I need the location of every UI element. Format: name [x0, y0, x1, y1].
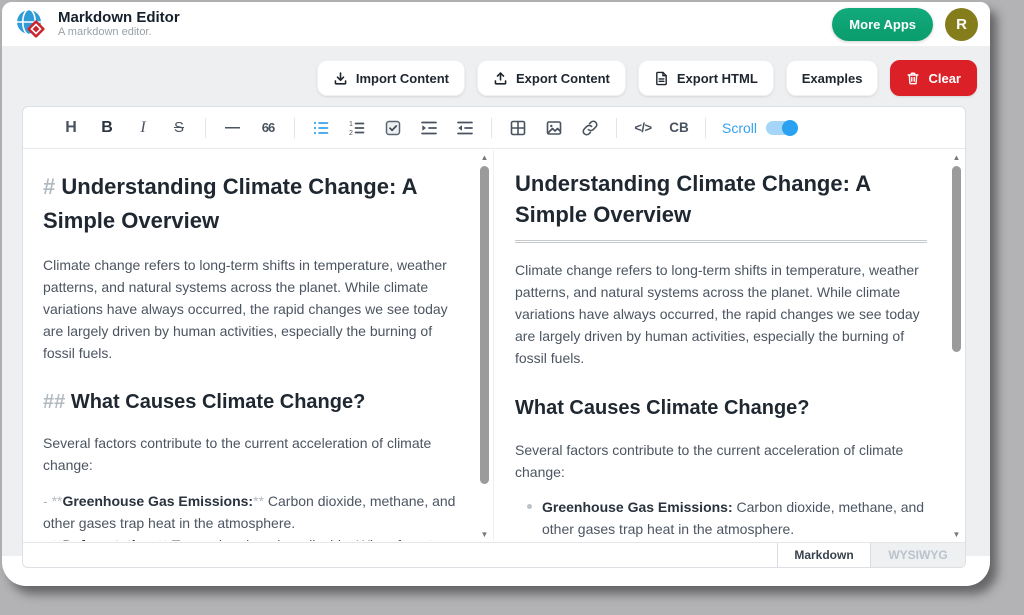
scroll-sync-control: Scroll: [722, 120, 796, 136]
inline-code-button[interactable]: </>: [628, 113, 658, 143]
numbered-list-icon: 1 2: [348, 119, 366, 137]
examples-button[interactable]: Examples: [786, 60, 879, 96]
h1-marker: #: [43, 174, 55, 199]
scroll-toggle[interactable]: [766, 121, 796, 135]
link-button[interactable]: [575, 113, 605, 143]
import-content-label: Import Content: [356, 71, 449, 86]
scrollbar-thumb[interactable]: [480, 166, 489, 484]
export-content-button[interactable]: Export Content: [477, 60, 626, 96]
toolbar-divider: [205, 118, 206, 138]
numbered-list-button[interactable]: 1 2: [342, 113, 372, 143]
blockquote-button[interactable]: 66: [253, 113, 283, 143]
svg-text:2: 2: [349, 130, 353, 137]
markdown-source-content: # Understanding Climate Change: A Simple…: [23, 150, 493, 541]
markdown-source-pane[interactable]: # Understanding Climate Change: A Simple…: [23, 150, 494, 541]
clear-button[interactable]: Clear: [890, 60, 977, 96]
desktop-background: Markdown Editor A markdown editor. More …: [0, 0, 1024, 615]
indent-button[interactable]: [414, 113, 444, 143]
scroll-down-arrow[interactable]: ▼: [478, 529, 491, 539]
toolbar-divider: [491, 118, 492, 138]
examples-label: Examples: [802, 71, 863, 86]
preview-list-item: Greenhouse Gas Emissions: Carbon dioxide…: [542, 496, 927, 540]
image-button[interactable]: [539, 113, 569, 143]
formatting-toolbar: H B I S — 66 1 2: [23, 107, 965, 149]
h2-marker: ##: [43, 391, 65, 413]
table-icon: [509, 119, 527, 137]
export-html-label: Export HTML: [677, 71, 758, 86]
tab-markdown[interactable]: Markdown: [777, 543, 871, 567]
preview-h2: What Causes Climate Change?: [515, 393, 927, 423]
outdent-icon: [456, 119, 474, 137]
heading-button[interactable]: H: [56, 113, 86, 143]
indent-icon: [420, 119, 438, 137]
upload-icon: [493, 71, 508, 86]
scrollbar-thumb[interactable]: [952, 166, 961, 352]
editor-panel: H B I S — 66 1 2: [22, 106, 966, 568]
toolbar-divider: [616, 118, 617, 138]
toolbar-divider: [705, 118, 706, 138]
strikethrough-button[interactable]: S: [164, 113, 194, 143]
markdown-paragraph: Climate change refers to long-term shift…: [43, 254, 457, 364]
markdown-list: - **Greenhouse Gas Emissions:** Carbon d…: [43, 490, 457, 541]
h1-text: Understanding Climate Change: A Simple O…: [43, 174, 417, 233]
export-html-button[interactable]: Export HTML: [638, 60, 774, 96]
scroll-toggle-knob: [782, 120, 798, 136]
globe-with-red-diamond-logo-icon: [14, 7, 48, 41]
markdown-pane-scrollbar[interactable]: ▲ ▼: [478, 152, 491, 539]
scroll-down-arrow[interactable]: ▼: [950, 529, 963, 539]
markdown-h2-line: ## What Causes Climate Change?: [43, 386, 457, 418]
task-list-icon: [384, 119, 402, 137]
h2-text: What Causes Climate Change?: [71, 391, 366, 413]
download-icon: [333, 71, 348, 86]
preview-list: Greenhouse Gas Emissions: Carbon dioxide…: [515, 496, 927, 541]
table-button[interactable]: [503, 113, 533, 143]
app-title-block: Markdown Editor A markdown editor.: [58, 9, 180, 39]
bold-button[interactable]: B: [92, 113, 122, 143]
svg-text:1: 1: [349, 121, 353, 128]
export-content-label: Export Content: [516, 71, 610, 86]
markdown-editor-app-window: Markdown Editor A markdown editor. More …: [2, 2, 990, 586]
app-header: Markdown Editor A markdown editor. More …: [2, 2, 990, 46]
task-list-button[interactable]: [378, 113, 408, 143]
import-content-button[interactable]: Import Content: [317, 60, 465, 96]
preview-pane: Understanding Climate Change: A Simple O…: [494, 150, 965, 541]
markdown-list-line: - **Greenhouse Gas Emissions:** Carbon d…: [43, 490, 457, 534]
tab-wysiwyg[interactable]: WYSIWYG: [871, 543, 965, 567]
editor-split-panes: # Understanding Climate Change: A Simple…: [23, 150, 965, 541]
scroll-up-arrow[interactable]: ▲: [950, 152, 963, 162]
scroll-up-arrow[interactable]: ▲: [478, 152, 491, 162]
image-icon: [545, 119, 563, 137]
more-apps-button[interactable]: More Apps: [832, 8, 933, 41]
markdown-list-line: - **Deforestation:** Trees absorb carbon…: [43, 534, 457, 541]
editor-mode-tabs: Markdown WYSIWYG: [23, 542, 965, 567]
bullet-list-icon: [312, 119, 330, 137]
toolbar-divider: [294, 118, 295, 138]
file-icon: [654, 71, 669, 86]
code-block-button[interactable]: CB: [664, 113, 694, 143]
trash-icon: [906, 71, 920, 86]
preview-paragraph: Climate change refers to long-term shift…: [515, 259, 927, 369]
scroll-label: Scroll: [722, 120, 757, 136]
preview-pane-scrollbar[interactable]: ▲ ▼: [950, 152, 963, 539]
outdent-button[interactable]: [450, 113, 480, 143]
app-title: Markdown Editor: [58, 9, 180, 26]
italic-button[interactable]: I: [128, 113, 158, 143]
preview-paragraph: Several factors contribute to the curren…: [515, 439, 927, 483]
preview-content: Understanding Climate Change: A Simple O…: [494, 150, 965, 541]
markdown-paragraph: Several factors contribute to the curren…: [43, 432, 457, 476]
preview-h1: Understanding Climate Change: A Simple O…: [515, 168, 927, 243]
bullet-list-button[interactable]: [306, 113, 336, 143]
actions-row: Import Content Export Content Export HTM…: [317, 60, 977, 96]
app-subtitle: A markdown editor.: [58, 26, 180, 39]
horizontal-rule-button[interactable]: —: [217, 113, 247, 143]
markdown-h1-line: # Understanding Climate Change: A Simple…: [43, 170, 457, 238]
link-icon: [581, 119, 599, 137]
clear-label: Clear: [928, 71, 961, 86]
user-avatar[interactable]: R: [945, 8, 978, 41]
